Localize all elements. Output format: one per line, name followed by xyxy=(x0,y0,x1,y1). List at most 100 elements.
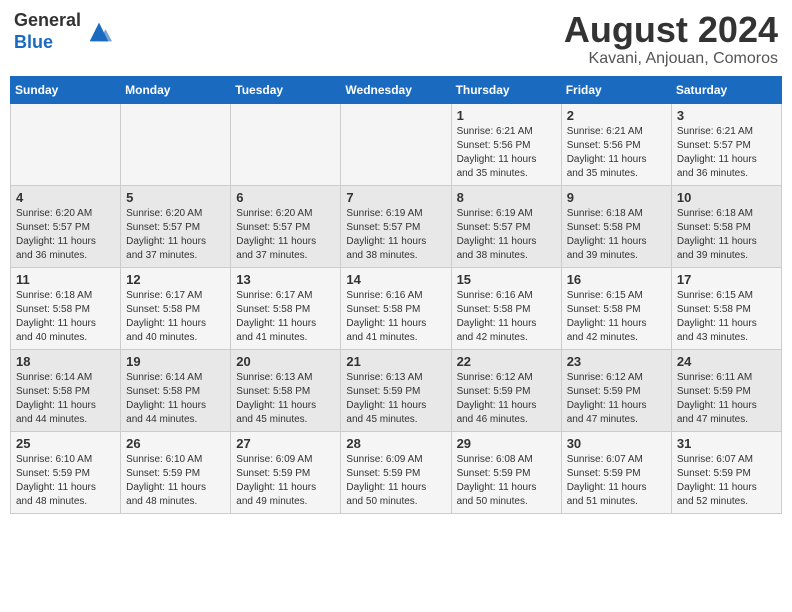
day-number: 7 xyxy=(346,190,445,205)
calendar-cell: 7 Sunrise: 6:19 AM Sunset: 5:57 PM Daylig… xyxy=(341,185,451,267)
day-number: 15 xyxy=(457,272,556,287)
day-info: Sunrise: 6:21 AM Sunset: 5:56 PM Dayligh… xyxy=(567,125,666,181)
page-header: General Blue August 2024 Kavani, Anjouan… xyxy=(10,10,782,68)
calendar-cell: 27 Sunrise: 6:09 AM Sunset: 5:59 PM Dayli… xyxy=(231,431,341,513)
day-number: 25 xyxy=(16,436,115,451)
day-info: Sunrise: 6:21 AM Sunset: 5:57 PM Dayligh… xyxy=(677,125,776,181)
calendar-cell: 1 Sunrise: 6:21 AM Sunset: 5:56 PM Daylig… xyxy=(451,103,561,185)
day-info: Sunrise: 6:08 AM Sunset: 5:59 PM Dayligh… xyxy=(457,453,556,509)
location-subtitle: Kavani, Anjouan, Comoros xyxy=(564,50,778,68)
header-tuesday: Tuesday xyxy=(231,76,341,103)
day-number: 16 xyxy=(567,272,666,287)
day-info: Sunrise: 6:07 AM Sunset: 5:59 PM Dayligh… xyxy=(677,453,776,509)
header-sunday: Sunday xyxy=(11,76,121,103)
calendar-cell: 17 Sunrise: 6:15 AM Sunset: 5:58 PM Dayli… xyxy=(671,267,781,349)
calendar-cell: 6 Sunrise: 6:20 AM Sunset: 5:57 PM Daylig… xyxy=(231,185,341,267)
day-number: 14 xyxy=(346,272,445,287)
day-number: 24 xyxy=(677,354,776,369)
day-info: Sunrise: 6:19 AM Sunset: 5:57 PM Dayligh… xyxy=(346,207,445,263)
calendar-cell: 30Sunrise: 6:07 AM Sunset: 5:59 PM Dayli… xyxy=(561,431,671,513)
title-section: August 2024 Kavani, Anjouan, Comoros xyxy=(564,10,778,68)
day-info: Sunrise: 6:14 AM Sunset: 5:58 PM Dayligh… xyxy=(126,371,225,427)
calendar-cell: 16 Sunrise: 6:15 AM Sunset: 5:58 PM Dayli… xyxy=(561,267,671,349)
calendar-cell: 9 Sunrise: 6:18 AM Sunset: 5:58 PM Daylig… xyxy=(561,185,671,267)
day-number: 11 xyxy=(16,272,115,287)
day-info: Sunrise: 6:20 AM Sunset: 5:57 PM Dayligh… xyxy=(236,207,335,263)
calendar-cell: 11 Sunrise: 6:18 AM Sunset: 5:58 PM Dayli… xyxy=(11,267,121,349)
calendar-cell: 24Sunrise: 6:11 AM Sunset: 5:59 PM Dayli… xyxy=(671,349,781,431)
header-friday: Friday xyxy=(561,76,671,103)
day-number: 26 xyxy=(126,436,225,451)
day-info: Sunrise: 6:21 AM Sunset: 5:56 PM Dayligh… xyxy=(457,125,556,181)
day-info: Sunrise: 6:13 AM Sunset: 5:59 PM Dayligh… xyxy=(346,371,445,427)
day-number: 6 xyxy=(236,190,335,205)
logo: General Blue xyxy=(14,10,113,53)
day-number: 17 xyxy=(677,272,776,287)
calendar-cell: 12 Sunrise: 6:17 AM Sunset: 5:58 PM Dayli… xyxy=(121,267,231,349)
day-info: Sunrise: 6:10 AM Sunset: 5:59 PM Dayligh… xyxy=(16,453,115,509)
logo-general: General xyxy=(14,10,81,32)
logo-icon xyxy=(85,18,113,46)
header-saturday: Saturday xyxy=(671,76,781,103)
day-info: Sunrise: 6:16 AM Sunset: 5:58 PM Dayligh… xyxy=(457,289,556,345)
calendar-body: 1 Sunrise: 6:21 AM Sunset: 5:56 PM Daylig… xyxy=(11,103,782,513)
calendar-cell: 5 Sunrise: 6:20 AM Sunset: 5:57 PM Daylig… xyxy=(121,185,231,267)
day-info: Sunrise: 6:12 AM Sunset: 5:59 PM Dayligh… xyxy=(567,371,666,427)
calendar-week-row: 4 Sunrise: 6:20 AM Sunset: 5:57 PM Daylig… xyxy=(11,185,782,267)
calendar-cell xyxy=(341,103,451,185)
day-number: 1 xyxy=(457,108,556,123)
day-info: Sunrise: 6:20 AM Sunset: 5:57 PM Dayligh… xyxy=(126,207,225,263)
day-number: 8 xyxy=(457,190,556,205)
calendar-week-row: 11 Sunrise: 6:18 AM Sunset: 5:58 PM Dayli… xyxy=(11,267,782,349)
calendar-table: Sunday Monday Tuesday Wednesday Thursday… xyxy=(10,76,782,514)
day-number: 4 xyxy=(16,190,115,205)
day-info: Sunrise: 6:18 AM Sunset: 5:58 PM Dayligh… xyxy=(16,289,115,345)
day-number: 18 xyxy=(16,354,115,369)
calendar-cell: 4 Sunrise: 6:20 AM Sunset: 5:57 PM Daylig… xyxy=(11,185,121,267)
day-info: Sunrise: 6:17 AM Sunset: 5:58 PM Dayligh… xyxy=(126,289,225,345)
calendar-cell: 2 Sunrise: 6:21 AM Sunset: 5:56 PM Daylig… xyxy=(561,103,671,185)
calendar-cell: 13Sunrise: 6:17 AM Sunset: 5:58 PM Dayli… xyxy=(231,267,341,349)
day-number: 19 xyxy=(126,354,225,369)
day-info: Sunrise: 6:18 AM Sunset: 5:58 PM Dayligh… xyxy=(567,207,666,263)
calendar-cell: 3Sunrise: 6:21 AM Sunset: 5:57 PM Daylig… xyxy=(671,103,781,185)
calendar-week-row: 1 Sunrise: 6:21 AM Sunset: 5:56 PM Daylig… xyxy=(11,103,782,185)
day-info: Sunrise: 6:16 AM Sunset: 5:58 PM Dayligh… xyxy=(346,289,445,345)
day-number: 12 xyxy=(126,272,225,287)
day-info: Sunrise: 6:10 AM Sunset: 5:59 PM Dayligh… xyxy=(126,453,225,509)
day-number: 22 xyxy=(457,354,556,369)
calendar-cell: 10Sunrise: 6:18 AM Sunset: 5:58 PM Dayli… xyxy=(671,185,781,267)
calendar-week-row: 18 Sunrise: 6:14 AM Sunset: 5:58 PM Dayli… xyxy=(11,349,782,431)
day-info: Sunrise: 6:09 AM Sunset: 5:59 PM Dayligh… xyxy=(236,453,335,509)
day-number: 5 xyxy=(126,190,225,205)
calendar-cell: 14 Sunrise: 6:16 AM Sunset: 5:58 PM Dayli… xyxy=(341,267,451,349)
header-thursday: Thursday xyxy=(451,76,561,103)
day-info: Sunrise: 6:15 AM Sunset: 5:58 PM Dayligh… xyxy=(567,289,666,345)
calendar-week-row: 25 Sunrise: 6:10 AM Sunset: 5:59 PM Dayli… xyxy=(11,431,782,513)
day-info: Sunrise: 6:07 AM Sunset: 5:59 PM Dayligh… xyxy=(567,453,666,509)
header-row: Sunday Monday Tuesday Wednesday Thursday… xyxy=(11,76,782,103)
day-number: 27 xyxy=(236,436,335,451)
calendar-cell: 15 Sunrise: 6:16 AM Sunset: 5:58 PM Dayli… xyxy=(451,267,561,349)
day-info: Sunrise: 6:20 AM Sunset: 5:57 PM Dayligh… xyxy=(16,207,115,263)
day-info: Sunrise: 6:13 AM Sunset: 5:58 PM Dayligh… xyxy=(236,371,335,427)
day-info: Sunrise: 6:09 AM Sunset: 5:59 PM Dayligh… xyxy=(346,453,445,509)
day-number: 28 xyxy=(346,436,445,451)
calendar-cell: 28 Sunrise: 6:09 AM Sunset: 5:59 PM Dayli… xyxy=(341,431,451,513)
day-number: 2 xyxy=(567,108,666,123)
calendar-cell: 18Sunrise: 6:14 AM Sunset: 5:58 PM Dayli… xyxy=(11,349,121,431)
day-number: 20 xyxy=(236,354,335,369)
header-wednesday: Wednesday xyxy=(341,76,451,103)
calendar-cell: 22Sunrise: 6:12 AM Sunset: 5:59 PM Dayli… xyxy=(451,349,561,431)
calendar-cell: 8Sunrise: 6:19 AM Sunset: 5:57 PM Daylig… xyxy=(451,185,561,267)
header-monday: Monday xyxy=(121,76,231,103)
calendar-cell xyxy=(231,103,341,185)
logo-blue: Blue xyxy=(14,32,81,54)
day-number: 9 xyxy=(567,190,666,205)
day-number: 10 xyxy=(677,190,776,205)
day-info: Sunrise: 6:17 AM Sunset: 5:58 PM Dayligh… xyxy=(236,289,335,345)
day-number: 23 xyxy=(567,354,666,369)
day-info: Sunrise: 6:15 AM Sunset: 5:58 PM Dayligh… xyxy=(677,289,776,345)
calendar-cell xyxy=(11,103,121,185)
calendar-cell xyxy=(121,103,231,185)
